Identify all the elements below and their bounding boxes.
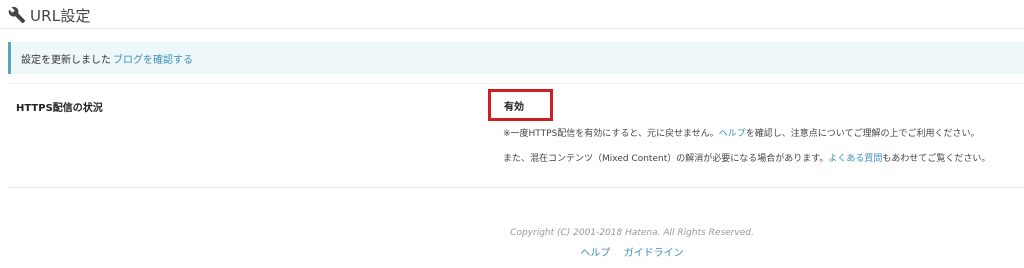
wrench-icon xyxy=(8,6,26,24)
note1-text-before: ※一度HTTPS配信を有効にすると、元に戻せません。 xyxy=(503,129,719,139)
copyright-text: Copyright (C) 2001-2018 Hatena. All Righ… xyxy=(510,228,754,238)
page-header: URL設定 xyxy=(8,4,91,26)
https-status-label: HTTPS配信の状況 xyxy=(16,103,103,114)
footer-links: ヘルプ ガイドライン xyxy=(0,244,1024,259)
https-note-irreversible: ※一度HTTPS配信を有効にすると、元に戻せません。ヘルプを確認し、注意点につい… xyxy=(503,126,980,139)
note1-text-after: を確認し、注意点についてご理解の上でご利用ください。 xyxy=(745,129,980,139)
https-status-value: 有効 xyxy=(488,89,553,121)
https-status-text: 有効 xyxy=(504,101,524,113)
note2-text-before: また、混在コンテンツ（Mixed Content）の解消が必要になる場合がありま… xyxy=(503,154,829,164)
view-blog-link[interactable]: ブログを確認する xyxy=(113,51,193,66)
faq-link[interactable]: よくある質問 xyxy=(828,154,882,164)
notice-message: 設定を更新しました xyxy=(21,54,111,66)
footer-guidelines-link[interactable]: ガイドライン xyxy=(624,248,684,259)
help-link[interactable]: ヘルプ xyxy=(719,129,746,139)
header-divider xyxy=(0,28,1024,29)
row-divider-bottom xyxy=(8,187,1024,188)
page-title: URL設定 xyxy=(30,6,91,25)
update-notice: 設定を更新しました ブログを確認する xyxy=(8,42,1024,74)
row-divider-top xyxy=(8,83,1024,84)
url-settings-page: URL設定 設定を更新しました ブログを確認する HTTPS配信の状況 有効 ※… xyxy=(0,0,1024,268)
note2-text-after: もあわせてご覧ください。 xyxy=(882,154,991,164)
https-note-mixed-content: また、混在コンテンツ（Mixed Content）の解消が必要になる場合がありま… xyxy=(503,151,990,164)
footer-help-link[interactable]: ヘルプ xyxy=(580,248,610,259)
